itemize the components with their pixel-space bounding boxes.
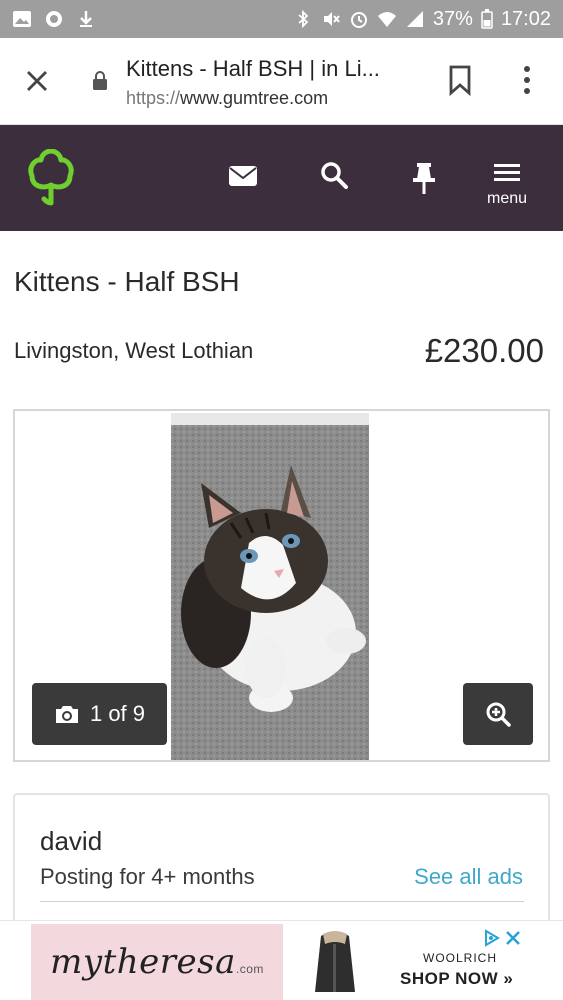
close-icon[interactable] — [505, 930, 521, 946]
ad-brand-logo: mytheresa.com — [50, 942, 264, 982]
app-notification-icon — [46, 11, 62, 27]
photo-counter-text: 1 of 9 — [89, 701, 146, 726]
hamburger-menu-icon — [494, 164, 520, 181]
close-tab-button[interactable] — [20, 64, 54, 98]
ad-choices-icon — [485, 929, 500, 947]
browser-toolbar: Kittens - Half BSH | in Li... https://ww… — [0, 38, 563, 125]
wifi-icon — [377, 12, 396, 27]
bluetooth-icon — [298, 10, 309, 28]
mail-icon[interactable] — [228, 163, 258, 189]
gumtree-logo-icon[interactable] — [26, 149, 76, 207]
listing-price: £230.00 — [424, 332, 544, 369]
ad-woolrich-text: WOOLRICH — [423, 951, 497, 965]
kitten-photo[interactable] — [171, 413, 369, 761]
zoom-in-icon — [486, 702, 511, 727]
seller-posting-duration: Posting for 4+ months — [40, 864, 255, 889]
ad-brand-suffix: .com — [235, 962, 264, 976]
listing-title: Kittens - Half BSH — [14, 266, 240, 297]
bookmark-icon[interactable] — [446, 64, 474, 96]
photo-gallery[interactable]: 1 of 9 — [13, 409, 550, 762]
see-all-ads-link[interactable]: See all ads — [414, 864, 523, 890]
ad-brand-panel[interactable]: mytheresa.com — [31, 924, 283, 1000]
ad-choices[interactable] — [483, 928, 527, 948]
page-title[interactable]: Kittens - Half BSH | in Li... — [126, 56, 426, 82]
ad-shop-now-button[interactable]: SHOP NOW » — [400, 969, 513, 989]
menu-button[interactable]: menu — [482, 161, 532, 211]
battery-percent: 37% — [432, 7, 473, 30]
ad-coat-image — [315, 931, 355, 992]
url-protocol: https:// — [126, 88, 181, 108]
menu-label: menu — [486, 190, 528, 207]
more-vert-icon[interactable] — [512, 64, 542, 96]
status-bar: 37% 17:02 — [0, 0, 563, 38]
photo-counter[interactable]: 1 of 9 — [32, 683, 167, 745]
seller-name: david — [40, 826, 103, 856]
listing-location: Livingston, West Lothian — [14, 338, 254, 363]
gallery-notification-icon — [13, 11, 31, 27]
ad-banner[interactable]: mytheresa.com WOOLRICH SHOP NOW » — [0, 920, 563, 1000]
status-right-icons: 37% 17:02 — [293, 8, 551, 31]
mute-icon — [323, 12, 340, 26]
site-header: menu — [0, 125, 563, 231]
search-icon[interactable] — [320, 161, 348, 189]
close-icon — [27, 71, 47, 91]
battery-icon — [481, 9, 493, 29]
seller-card: david Posting for 4+ months See all ads — [13, 793, 550, 933]
url-domain: www.gumtree.com — [180, 88, 329, 108]
signal-icon — [406, 11, 423, 27]
pin-icon[interactable] — [411, 161, 437, 195]
camera-icon — [55, 706, 78, 723]
lock-icon — [93, 71, 107, 90]
zoom-button[interactable] — [463, 683, 533, 745]
download-notification-icon — [80, 11, 92, 27]
url-text[interactable]: https://www.gumtree.com — [126, 88, 328, 109]
divider — [40, 901, 524, 902]
status-left-icons — [12, 10, 96, 28]
clock-time: 17:02 — [500, 7, 551, 30]
alarm-icon — [350, 12, 367, 28]
ad-product-panel[interactable]: WOOLRICH SHOP NOW » — [283, 924, 531, 1000]
ad-brand-name: mytheresa — [50, 942, 236, 982]
